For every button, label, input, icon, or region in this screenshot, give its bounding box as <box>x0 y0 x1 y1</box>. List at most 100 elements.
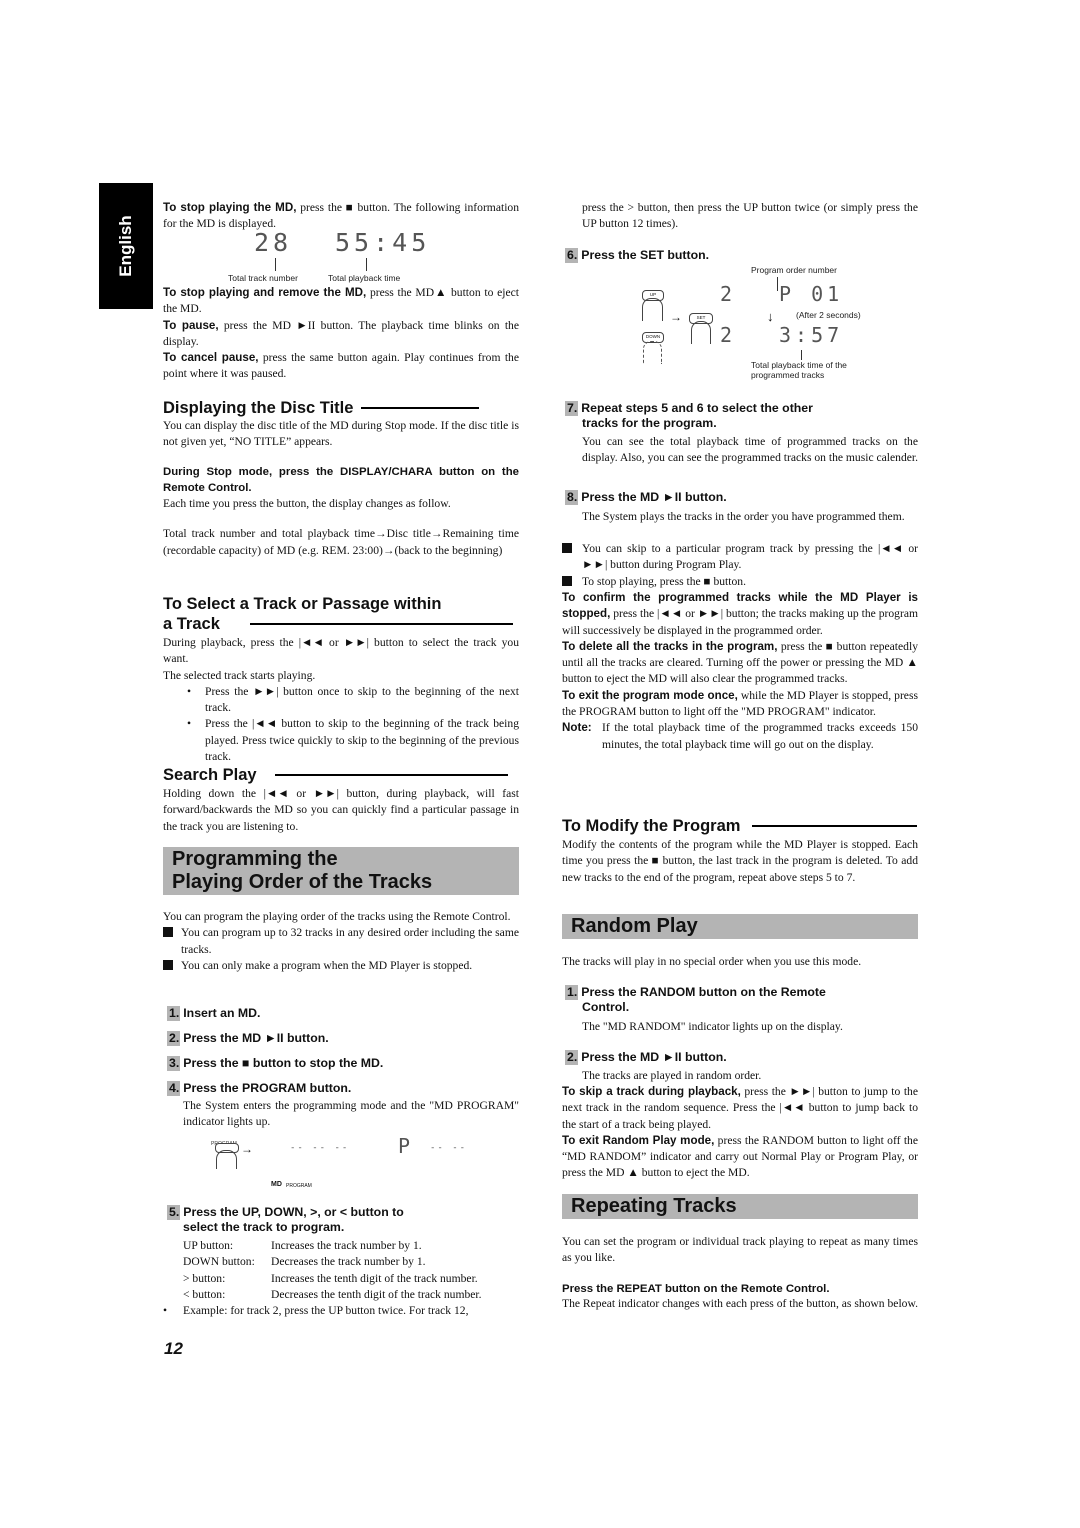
disc-title-heading: Displaying the Disc Title <box>163 398 479 418</box>
repeating-tracks-band: Repeating Tracks <box>562 1194 918 1219</box>
arrow-down-icon: ↓ <box>767 309 774 324</box>
modify-text: Modify the contents of the program while… <box>562 838 918 884</box>
step-4-desc: The System enters the programming mode a… <box>183 1099 519 1129</box>
delete-paragraph: To delete all the tracks in the program,… <box>562 639 918 686</box>
disc-title-section: Displaying the Disc Title <box>163 398 479 418</box>
random-step-1-desc: The "MD RANDOM" indicator lights up on t… <box>582 1020 843 1033</box>
select-track-bullet: • Press the |◄◄ button to skip to the beg… <box>187 717 519 764</box>
modify-section: To Modify the Program <box>562 816 917 836</box>
label-total-playback-time: Total playback time <box>328 273 401 283</box>
select-track-heading-line1: To Select a Track or Passage within <box>163 595 442 613</box>
search-play-body: Holding down the |◄◄ or ►►| button, duri… <box>163 786 519 835</box>
modify-heading: To Modify the Program <box>562 816 917 836</box>
display-track-2: 2 <box>720 323 737 347</box>
stop-display-time: 55:45 <box>335 229 430 257</box>
indicator-program: PROGRAM <box>286 1183 312 1189</box>
programming-title-line2: Playing Order of the Tracks <box>172 871 433 893</box>
program-display-before: -- -- -- <box>290 1143 350 1153</box>
disc-title-body: You can display the disc title of the MD… <box>163 418 519 559</box>
square-bullet-icon <box>163 959 173 970</box>
step-8: 8. Press the MD ►II button. <box>565 490 727 505</box>
programming-band: Programming the Playing Order of the Tra… <box>163 847 519 895</box>
skip-paragraph: To skip a track during playback, press t… <box>562 1085 918 1131</box>
step-7-desc: You can see the total playback time of p… <box>582 435 919 465</box>
step-4: 4. Press the PROGRAM button. <box>167 1081 352 1096</box>
label-total-program-time: Total playback time of the programmed tr… <box>751 360 847 380</box>
programming-intro-text: You can program the playing order of the… <box>163 910 511 923</box>
step-8-desc: The System plays the tracks in the order… <box>582 510 905 523</box>
stop-display: 28 <box>254 229 292 257</box>
program-display-after: -- -- <box>430 1143 468 1153</box>
time-leader-line <box>366 258 367 271</box>
page-number: 12 <box>164 1339 183 1358</box>
select-track-bullet: • Press the ►►| button once to skip to th… <box>187 684 519 715</box>
step-1: 1. Insert an MD. <box>167 1006 261 1021</box>
programming-steps: 1. Insert an MD. 2. Press the MD ►II butto… <box>167 1006 523 1096</box>
example-bullet: • Example: for track 2, press the UP butt… <box>163 1304 469 1317</box>
select-track-p1: During playback, press the |◄◄ or ►►| bu… <box>163 636 519 666</box>
display-total-time: 55:45 <box>335 228 431 257</box>
pause-paragraph: To pause, press the MD ►II button. The p… <box>163 318 519 348</box>
step-7: 7. Repeat steps 5 and 6 to select the oth… <box>565 401 813 430</box>
order-leader-line <box>777 277 778 291</box>
heading-rule <box>249 623 513 625</box>
language-tab: English <box>99 183 153 309</box>
finger-icon <box>642 298 663 321</box>
square-bullet-icon <box>163 927 173 938</box>
exit-program-paragraph: To exit the program mode once, while the… <box>562 688 918 719</box>
step-2: 2. Press the MD ►II button. <box>167 1031 329 1046</box>
step-8-note: You can skip to a particular program tra… <box>562 541 918 574</box>
arrow-right-icon: → <box>670 310 682 324</box>
select-track-p2: The selected track starts playing. <box>163 668 316 682</box>
label-after-2-seconds: (After 2 seconds) <box>796 310 861 320</box>
arrow-right-icon: → <box>241 1142 253 1156</box>
square-bullet-icon <box>562 575 572 586</box>
finger-icon <box>691 321 711 344</box>
heading-rule <box>361 407 479 409</box>
display-track-count: 28 <box>254 228 293 257</box>
heading-rule <box>274 774 508 776</box>
select-track-heading-line2: a Track <box>163 614 513 634</box>
definition-row: < button: Decreases the tenth digit of th… <box>183 1287 482 1301</box>
time-leader-line <box>801 350 802 360</box>
finger-dashed-icon <box>643 341 662 364</box>
step-5: 5. Press the UP, DOWN, >, or < button to … <box>167 1205 404 1234</box>
random-play-band: Random Play <box>562 914 918 939</box>
step-8-notes: You can skip to a particular program tra… <box>562 541 918 590</box>
random-step-2-desc: The tracks are played in random order. <box>582 1069 762 1082</box>
select-track-section: To Select a Track or Passage within a Tr… <box>163 594 513 634</box>
disc-title-instruction: During Stop mode, press the DISPLAY/CHAR… <box>163 465 519 494</box>
programming-title-line1: Programming the <box>172 848 338 870</box>
search-play-section: Search Play <box>163 765 508 785</box>
remove-paragraph: To stop playing and remove the MD, press… <box>163 286 519 316</box>
cancel-pause-paragraph: To cancel pause, press the same button a… <box>163 351 520 381</box>
repeat-desc: The Repeat indicator changes with each p… <box>562 1297 918 1310</box>
display-program-time: 3:57 <box>779 323 844 347</box>
track-leader-line <box>275 258 276 271</box>
note: Note: If the total playback time of the p… <box>562 721 918 751</box>
label-total-track-number: Total track number <box>228 273 298 283</box>
select-track-body: During playback, press the |◄◄ or ►►| bu… <box>163 635 519 765</box>
step-3: 3. Press the ■ button to stop the MD. <box>167 1056 384 1071</box>
repeat-intro: You can set the program or individual tr… <box>562 1235 918 1265</box>
definition-row: DOWN button: Decreases the track number b… <box>183 1255 426 1269</box>
search-play-text: Holding down the |◄◄ or ►►| button, duri… <box>163 787 519 833</box>
label-program-order-number: Program order number <box>751 265 837 275</box>
stop-options: To stop playing and remove the MD, press… <box>163 285 519 383</box>
confirm-paragraph: To confirm the programmed tracks while t… <box>562 591 918 637</box>
square-bullet-icon <box>562 543 572 553</box>
button-definitions: UP button: Increases the track number by … <box>183 1238 482 1303</box>
repeat-instruction: Press the REPEAT button on the Remote Co… <box>562 1283 830 1295</box>
search-play-heading: Search Play <box>163 765 508 785</box>
random-step-1: 1. Press the RANDOM button on the Remote … <box>565 985 826 1014</box>
language-tab-label: English <box>115 215 135 277</box>
random-step-2: 2. Press the MD ►II button. <box>565 1050 727 1065</box>
definition-row: > button: Increases the tenth digit of th… <box>183 1271 478 1285</box>
programming-intro: You can program the playing order of the… <box>163 909 519 974</box>
programming-note: You can only make a program when the MD … <box>163 958 519 974</box>
indicator-md: MD <box>271 1181 282 1188</box>
display-track-1: 2 <box>720 282 737 306</box>
step-6: 6. Press the SET button. <box>565 248 710 263</box>
disc-title-intro: You can display the disc title of the MD… <box>163 419 519 449</box>
finger-icon <box>216 1150 237 1169</box>
